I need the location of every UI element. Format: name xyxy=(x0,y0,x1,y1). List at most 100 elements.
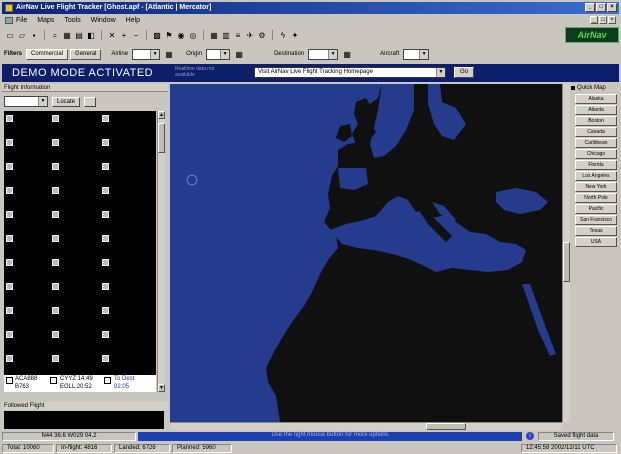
checkbox[interactable] xyxy=(52,283,59,290)
checkbox[interactable] xyxy=(52,211,59,218)
world-map[interactable] xyxy=(170,84,562,422)
origin-select[interactable]: ▼ xyxy=(206,48,231,60)
list-item[interactable] xyxy=(6,281,154,305)
list-item[interactable] xyxy=(6,233,154,257)
checkbox[interactable] xyxy=(102,307,109,314)
list-item[interactable] xyxy=(6,137,154,161)
flight-list[interactable]: ACA888 B763 CYYZ 14:49 EGLL 20:52 To Des… xyxy=(4,111,156,392)
checkbox[interactable] xyxy=(102,139,109,146)
quickmap-north-pole[interactable]: North Pole xyxy=(575,193,617,203)
save-icon[interactable]: ▪ xyxy=(29,30,39,40)
scroll-thumb[interactable] xyxy=(563,242,570,282)
doc-restore-button[interactable]: □ xyxy=(599,16,607,24)
checkbox[interactable] xyxy=(102,163,109,170)
checkbox[interactable] xyxy=(6,235,13,242)
tab-commercial[interactable]: Commercial xyxy=(26,48,69,60)
list-item[interactable] xyxy=(6,185,154,209)
checkbox[interactable] xyxy=(102,259,109,266)
checkbox[interactable] xyxy=(50,377,57,384)
book-icon[interactable]: ◧ xyxy=(86,30,96,40)
quickmap-florida[interactable]: Florida xyxy=(575,160,617,170)
checkbox[interactable] xyxy=(102,187,109,194)
star-icon[interactable]: ✦ xyxy=(290,30,300,40)
table-icon[interactable]: ▦ xyxy=(209,30,219,40)
quickmap-atlanta[interactable]: Atlanta xyxy=(575,105,617,115)
checkbox[interactable] xyxy=(52,235,59,242)
quickmap-san-francisco[interactable]: San Francisco xyxy=(575,215,617,225)
checkbox[interactable] xyxy=(6,163,13,170)
target-icon[interactable]: ◎ xyxy=(188,30,198,40)
destination-select[interactable]: ▼ xyxy=(308,48,339,60)
globe-icon[interactable]: ◉ xyxy=(176,30,186,40)
list-icon[interactable]: ≡ xyxy=(233,30,243,40)
checkbox[interactable] xyxy=(52,307,59,314)
doc-close-button[interactable]: × xyxy=(608,16,616,24)
info-icon[interactable]: i xyxy=(526,431,534,440)
tab-general[interactable]: General xyxy=(70,48,102,60)
list-item[interactable] xyxy=(6,353,154,377)
aircraft-select[interactable]: ▼ xyxy=(403,48,430,60)
settings-icon[interactable]: ⚙ xyxy=(257,30,267,40)
open-folder-icon[interactable]: ▱ xyxy=(17,30,27,40)
lightning-icon[interactable]: ϟ xyxy=(278,30,288,40)
menu-window[interactable]: Window xyxy=(91,17,116,24)
scroll-thumb[interactable] xyxy=(426,423,466,430)
grid-icon[interactable]: ▦ xyxy=(62,30,72,40)
maximize-button[interactable]: □ xyxy=(596,3,606,12)
zoom-icon[interactable]: ⌕ xyxy=(50,30,60,40)
checkbox[interactable] xyxy=(6,377,13,384)
quickmap-pacific[interactable]: Pacific xyxy=(575,204,617,214)
minimize-button[interactable]: _ xyxy=(585,3,595,12)
map-horizontal-scrollbar[interactable] xyxy=(170,422,562,430)
go-button[interactable]: Go xyxy=(454,67,474,78)
options-button[interactable] xyxy=(84,96,97,107)
checkbox[interactable] xyxy=(6,211,13,218)
checkbox[interactable] xyxy=(6,259,13,266)
checkbox[interactable] xyxy=(52,115,59,122)
locate-button[interactable]: Locate xyxy=(52,96,81,107)
filter-icon[interactable]: ▦ xyxy=(342,49,352,59)
homepage-select[interactable]: Visit AirNav Live Flight Tracking Homepa… xyxy=(254,67,446,78)
plus-icon[interactable]: + xyxy=(119,30,129,40)
checkbox[interactable] xyxy=(6,307,13,314)
flag-icon[interactable]: ⚑ xyxy=(164,30,174,40)
menu-maps[interactable]: Maps xyxy=(37,17,54,24)
list-item[interactable] xyxy=(6,209,154,233)
plane-icon[interactable]: ✈ xyxy=(245,30,255,40)
checkbox[interactable] xyxy=(102,211,109,218)
list-item[interactable] xyxy=(6,257,154,281)
quickmap-chicago[interactable]: Chicago xyxy=(575,149,617,159)
list-item[interactable] xyxy=(6,305,154,329)
quickmap-alaska[interactable]: Alaska xyxy=(575,94,617,104)
close-x-icon[interactable]: ✕ xyxy=(107,30,117,40)
flight-list-scrollbar[interactable]: ▲ ▼ xyxy=(157,111,165,392)
list-item[interactable] xyxy=(6,329,154,353)
checkbox[interactable] xyxy=(102,235,109,242)
checkbox[interactable] xyxy=(6,115,13,122)
checkbox[interactable] xyxy=(6,139,13,146)
new-file-icon[interactable]: ▭ xyxy=(5,30,15,40)
map-view[interactable] xyxy=(170,84,562,422)
checkbox[interactable] xyxy=(6,283,13,290)
quickmap-canada[interactable]: Canada xyxy=(575,127,617,137)
checkbox[interactable] xyxy=(52,355,59,362)
checkbox[interactable] xyxy=(102,331,109,338)
quickmap-new-york[interactable]: New York xyxy=(575,182,617,192)
filter-icon[interactable]: ▦ xyxy=(234,49,244,59)
menu-help[interactable]: Help xyxy=(126,17,140,24)
checkbox[interactable] xyxy=(52,139,59,146)
list-item[interactable] xyxy=(6,113,154,137)
checkbox[interactable] xyxy=(52,187,59,194)
quickmap-caribbean[interactable]: Caribbean xyxy=(575,138,617,148)
checkbox[interactable] xyxy=(52,331,59,338)
close-button[interactable]: × xyxy=(607,3,617,12)
checkbox[interactable] xyxy=(6,355,13,362)
checkbox[interactable] xyxy=(102,355,109,362)
quickmap-los-angeles[interactable]: Los Angeles xyxy=(575,171,617,181)
quickmap-texas[interactable]: Texas xyxy=(575,226,617,236)
quickmap-boston[interactable]: Boston xyxy=(575,116,617,126)
minus-icon[interactable]: − xyxy=(131,30,141,40)
quickmap-usa[interactable]: USA xyxy=(575,237,617,247)
map-vertical-scrollbar[interactable] xyxy=(562,84,570,422)
checkbox[interactable] xyxy=(52,259,59,266)
